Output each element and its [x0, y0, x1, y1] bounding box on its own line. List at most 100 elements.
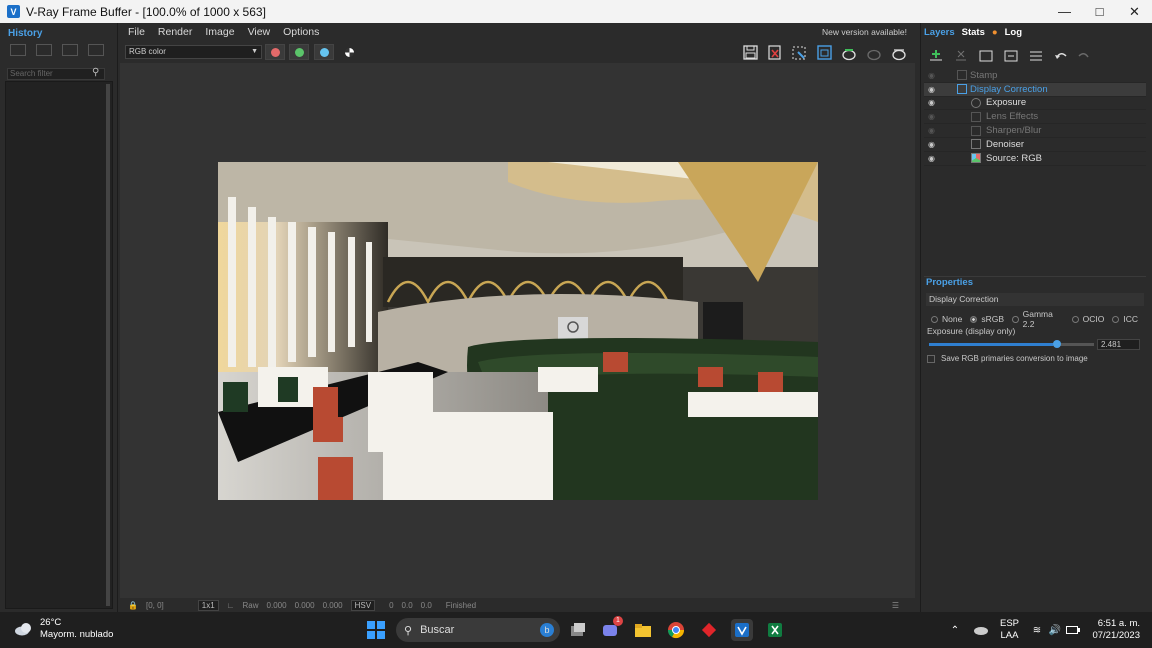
curve-icon — [957, 84, 967, 95]
anydesk-icon[interactable] — [698, 619, 720, 641]
save-image-icon[interactable] — [741, 44, 759, 61]
option-srgb[interactable]: sRGB — [970, 313, 1004, 325]
zoom-select[interactable]: 1x1 — [197, 599, 219, 611]
radio-icon — [1112, 315, 1120, 323]
search-icon: ⚲ — [404, 624, 413, 637]
render-teapot-icon[interactable] — [840, 44, 858, 61]
green-channel-button[interactable] — [289, 44, 309, 60]
option-icc[interactable]: ICC — [1112, 313, 1138, 325]
save-layers-icon[interactable] — [977, 47, 995, 65]
windows-start-icon[interactable] — [365, 619, 387, 641]
layer-stamp[interactable]: ◉ Stamp — [924, 69, 1146, 83]
color-picker-icon[interactable]: ∟ — [227, 601, 235, 610]
task-view-icon[interactable] — [567, 619, 589, 641]
file-explorer-icon[interactable] — [632, 619, 654, 641]
log-toggle-icon[interactable]: ☰ — [892, 601, 899, 610]
layer-list-icon[interactable] — [1027, 47, 1045, 65]
new-version-notice[interactable]: New version available! — [822, 27, 907, 37]
show-hidden-icons-chevron[interactable]: ⌃ — [944, 619, 966, 641]
eye-icon[interactable]: ◉ — [928, 126, 935, 135]
eye-icon[interactable]: ◉ — [928, 154, 935, 163]
red-dot-icon — [270, 47, 280, 57]
system-clock[interactable]: 6:51 a. m. 07/21/2023 — [1092, 618, 1140, 642]
taskbar-search[interactable]: ⚲ Buscar b — [396, 618, 560, 642]
maximize-button[interactable]: □ — [1082, 0, 1117, 23]
menu-view[interactable]: View — [248, 26, 271, 38]
layer-label: Sharpen/Blur — [986, 125, 1042, 137]
onedrive-icon[interactable] — [970, 619, 992, 641]
vray-taskbar-icon[interactable] — [731, 619, 753, 641]
layer-source-rgb[interactable]: ◉ Source: RGB — [924, 152, 1146, 166]
clear-image-icon[interactable] — [765, 44, 783, 61]
render-state: Finished — [445, 600, 477, 610]
lock-icon[interactable]: 🔒 — [128, 601, 138, 610]
layer-label: Lens Effects — [986, 111, 1039, 123]
red-channel-button[interactable] — [265, 44, 285, 60]
ab-compare-icon[interactable] — [36, 44, 52, 56]
redo-icon[interactable] — [1075, 47, 1093, 65]
menu-options[interactable]: Options — [283, 26, 319, 38]
history-list[interactable] — [5, 81, 113, 609]
minimize-button[interactable]: — — [1047, 0, 1082, 23]
search-icon: ⚲ — [92, 67, 100, 78]
exposure-slider[interactable] — [929, 340, 1094, 348]
load-history-icon[interactable] — [62, 44, 78, 56]
layer-exposure[interactable]: ◉ Exposure — [924, 97, 1146, 111]
checkbox-label: Save RGB primaries conversion to image — [941, 354, 1088, 363]
layer-sharpen-blur[interactable]: ◉ Sharpen/Blur — [924, 124, 1146, 138]
history-scrollbar[interactable] — [106, 84, 110, 606]
save-primaries-checkbox[interactable]: Save RGB primaries conversion to image — [927, 354, 1088, 363]
battery-icon[interactable] — [1062, 619, 1084, 641]
layer-label: Exposure — [986, 97, 1027, 109]
save-history-icon[interactable] — [10, 44, 26, 56]
region-render-icon[interactable] — [790, 44, 808, 61]
add-layer-icon[interactable] — [927, 47, 945, 65]
alpha-channel-button[interactable] — [339, 44, 359, 60]
h-value: 0 — [389, 600, 394, 610]
layer-lens-effects[interactable]: ◉ Lens Effects — [924, 110, 1146, 125]
chrome-icon[interactable] — [665, 619, 687, 641]
menu-image[interactable]: Image — [205, 26, 234, 38]
lang-code: ESP — [1000, 618, 1020, 629]
menu-file[interactable]: File — [128, 26, 145, 38]
tab-log[interactable]: Log — [1005, 27, 1022, 38]
tab-stats[interactable]: Stats — [962, 27, 985, 38]
interactive-render-icon[interactable] — [865, 44, 883, 61]
image-viewport[interactable] — [120, 63, 915, 598]
eye-icon[interactable]: ◉ — [928, 71, 935, 80]
exposure-value-input[interactable]: 2.481 — [1097, 339, 1140, 350]
eye-icon[interactable]: ◉ — [928, 112, 935, 121]
layer-display-correction[interactable]: ◉ Display Correction — [924, 82, 1146, 97]
history-tab[interactable]: History — [0, 23, 117, 41]
eye-icon[interactable]: ◉ — [928, 85, 935, 94]
exposure-icon — [971, 97, 981, 108]
vray-app-icon: V — [7, 5, 20, 18]
rgb-icon — [971, 153, 981, 164]
v-value: 0.0 — [420, 600, 432, 610]
option-none[interactable]: None — [931, 313, 962, 325]
option-label: ICC — [1123, 314, 1138, 324]
eye-icon[interactable]: ◉ — [928, 98, 935, 107]
undo-icon[interactable] — [1052, 47, 1070, 65]
input-language[interactable]: ESP LAA — [1000, 618, 1019, 642]
track-mouse-icon[interactable] — [815, 44, 833, 61]
excel-icon[interactable] — [764, 619, 786, 641]
tab-layers[interactable]: Layers — [924, 27, 955, 38]
eye-icon[interactable]: ◉ — [928, 140, 935, 149]
slider-handle[interactable] — [1053, 340, 1061, 348]
load-layers-icon[interactable] — [1002, 47, 1020, 65]
weather-widget[interactable]: 26°C Mayorm. nublado — [14, 617, 113, 641]
option-gamma[interactable]: Gamma 2.2 — [1012, 309, 1064, 329]
blue-channel-button[interactable] — [314, 44, 334, 60]
history-search-input[interactable]: Search filter — [7, 68, 105, 80]
stop-render-teapot-icon[interactable] — [890, 44, 908, 61]
close-button[interactable]: ✕ — [1117, 0, 1152, 23]
option-ocio[interactable]: OCIO — [1071, 313, 1104, 325]
remove-history-icon[interactable] — [88, 44, 104, 56]
color-mode-select[interactable]: HSV — [350, 599, 376, 611]
menu-render[interactable]: Render — [158, 26, 192, 38]
teams-icon[interactable]: 1 — [599, 616, 623, 641]
delete-layer-icon[interactable] — [952, 47, 970, 65]
channel-select[interactable]: RGB color ▼ — [125, 45, 262, 59]
layer-denoiser[interactable]: ◉ Denoiser — [924, 138, 1146, 152]
